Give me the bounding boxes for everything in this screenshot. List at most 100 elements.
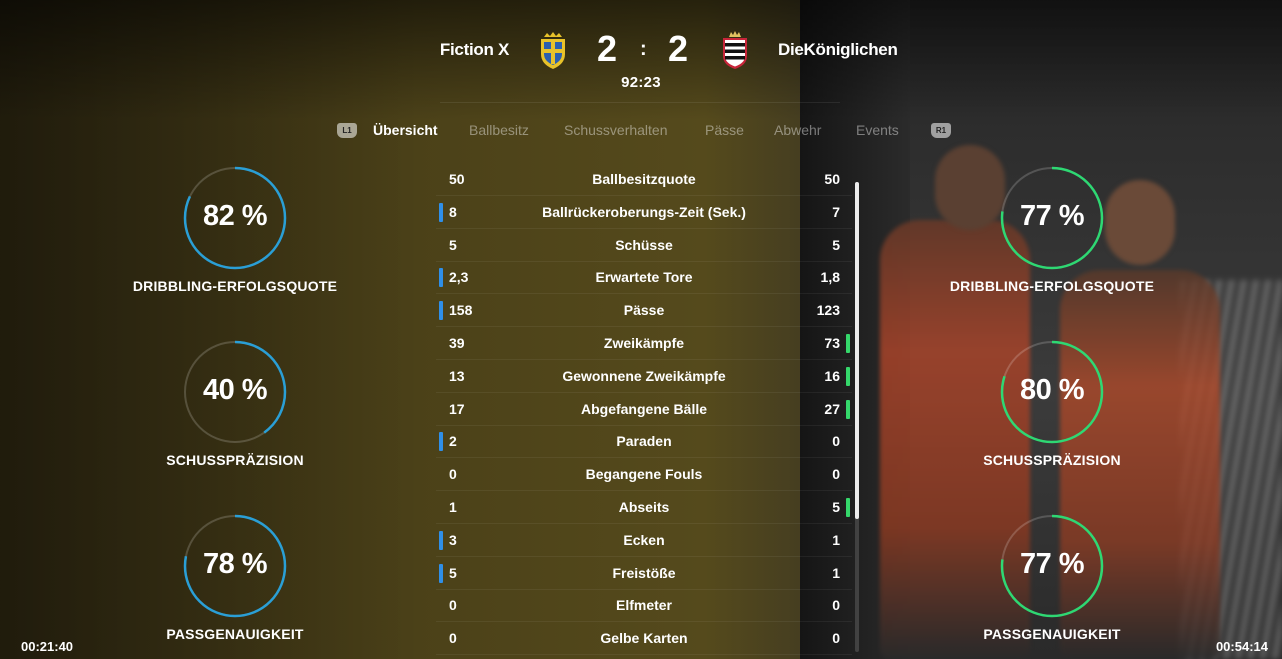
away-stat-value: 27 — [824, 400, 840, 417]
tab-overview[interactable]: Übersicht — [373, 122, 438, 138]
stat-row: 17 Abgefangene Bälle 27 — [436, 393, 852, 426]
home-leader-bar — [439, 202, 443, 222]
stat-name: Begangene Fouls — [585, 466, 703, 483]
ring-label: SCHUSSPRÄZISION — [983, 452, 1121, 468]
ring-label: SCHUSSPRÄZISION — [166, 452, 304, 468]
away-stat-value: 0 — [832, 466, 840, 483]
away-leader-bar — [846, 366, 850, 386]
ring-label: DRIBBLING-ERFOLGSQUOTE — [949, 278, 1155, 294]
stat-name: Elfmeter — [615, 597, 673, 614]
away-stat-value: 1 — [832, 564, 840, 581]
ring-label: PASSGENAUIGKEIT — [166, 626, 304, 642]
ring-label: PASSGENAUIGKEIT — [983, 626, 1121, 642]
stat-name: Abseits — [618, 499, 670, 515]
home-stat-value: 17 — [449, 400, 465, 417]
away-stat-value: 0 — [832, 433, 840, 450]
ring-value: 40 % — [202, 374, 268, 406]
tab-shooting[interactable]: Schussverhalten — [564, 122, 668, 138]
stat-row: 39 Zweikämpfe 73 — [436, 327, 852, 360]
stat-row: 50 Ballbesitzquote 50 — [436, 163, 852, 196]
stat-name: Gewonnene Zweikämpfe — [562, 367, 726, 384]
away-stat-value: 0 — [832, 630, 840, 647]
away-stat-value: 1 — [832, 531, 840, 548]
stat-name: Ecken — [623, 531, 665, 548]
stat-row: 5 Freistöße 1 — [436, 557, 852, 590]
stat-name: Ballbesitzquote — [592, 171, 696, 187]
away-stat-value: 123 — [816, 302, 840, 319]
divider — [440, 102, 840, 103]
ring-label: DRIBBLING-ERFOLGSQUOTE — [132, 278, 338, 294]
stat-row: 2 Paraden 0 — [436, 425, 852, 459]
home-shot-accuracy-ring: 40 % SCHUSSPRÄZISION — [115, 340, 355, 470]
away-leader-bar — [846, 498, 850, 517]
away-stat-value: 0 — [832, 597, 840, 614]
home-stat-value: 50 — [449, 171, 465, 187]
stat-row: 0 Elfmeter 0 — [436, 589, 852, 623]
home-stat-value: 13 — [449, 367, 465, 384]
home-stat-value: 3 — [449, 531, 457, 548]
away-leader-bar — [846, 334, 850, 353]
stat-name: Zweikämpfe — [603, 335, 685, 351]
away-stat-value: 1,8 — [820, 269, 840, 286]
away-team-name: DieKöniglichen — [778, 40, 898, 59]
home-team-crest-icon — [541, 32, 565, 69]
home-leader-bar — [439, 268, 443, 288]
tab-defense[interactable]: Abwehr — [774, 122, 821, 138]
l1-button-icon[interactable]: L1 — [337, 123, 357, 138]
home-stat-value: 8 — [449, 203, 457, 220]
ring-value: 77 % — [1019, 548, 1085, 580]
stat-row: 5 Schüsse 5 — [436, 229, 852, 262]
home-stat-value: 0 — [449, 466, 457, 483]
stat-name: Ballrückeroberungs-Zeit (Sek.) — [542, 203, 746, 220]
stat-row: 2,3 Erwartete Tore 1,8 — [436, 261, 852, 295]
stats-tab-bar: L1 Übersicht Ballbesitz Schussverhalten … — [0, 122, 1282, 142]
home-leader-bar — [439, 530, 443, 550]
home-leader-bar — [439, 432, 443, 452]
stat-name: Schüsse — [615, 236, 673, 253]
home-stat-value: 5 — [449, 236, 457, 253]
stat-row: 13 Gewonnene Zweikämpfe 16 — [436, 360, 852, 393]
tab-passes[interactable]: Pässe — [705, 122, 744, 138]
ring-value: 77 % — [1019, 200, 1085, 232]
away-stat-value: 5 — [832, 499, 840, 515]
away-stat-value: 16 — [824, 367, 840, 384]
home-leader-bar — [439, 301, 443, 321]
home-stat-value: 5 — [449, 564, 457, 581]
scrollbar-thumb[interactable] — [855, 182, 859, 519]
stats-table[interactable]: 50 Ballbesitzquote 50 8 Ballrückeroberungs-Z… — [436, 163, 852, 659]
away-stat-value: 73 — [824, 335, 840, 351]
stat-name: Abgefangene Bälle — [580, 400, 708, 417]
ring-value: 78 % — [202, 548, 268, 580]
away-shot-accuracy-ring: 80 % SCHUSSPRÄZISION — [932, 340, 1172, 470]
home-stat-value: 0 — [449, 597, 457, 614]
ring-value: 80 % — [1019, 374, 1085, 406]
stat-row: 1 Abseits 5 — [436, 491, 852, 524]
away-team-crest-icon — [723, 31, 747, 69]
stat-name: Paraden — [616, 433, 672, 450]
home-dribbling-ring: 82 % DRIBBLING-ERFOLGSQUOTE — [115, 166, 355, 296]
match-clock: 92:23 — [621, 74, 661, 91]
away-stat-value: 5 — [832, 236, 840, 253]
away-stat-value: 50 — [824, 171, 840, 187]
away-stat-value: 7 — [832, 203, 840, 220]
tab-possession[interactable]: Ballbesitz — [469, 122, 529, 138]
home-stat-value: 158 — [449, 302, 473, 319]
score-separator: : — [640, 38, 647, 60]
r1-button-icon[interactable]: R1 — [931, 123, 951, 138]
scoreboard: Fiction X 2 : 2 DieKöniglichen 92:23 — [0, 0, 1282, 103]
tab-events[interactable]: Events — [856, 122, 899, 138]
away-score: 2 — [668, 28, 689, 69]
stat-row: 0 Begangene Fouls 0 — [436, 458, 852, 492]
stat-row: 3 Ecken 1 — [436, 524, 852, 557]
stat-name: Pässe — [623, 302, 665, 319]
video-elapsed-time: 00:21:40 — [21, 639, 74, 654]
stat-name: Erwartete Tore — [595, 269, 693, 286]
home-team-name: Fiction X — [439, 40, 509, 59]
video-remaining-time: 00:54:14 — [1215, 639, 1268, 654]
home-score: 2 — [597, 28, 618, 69]
stat-name: Gelbe Karten — [600, 630, 688, 647]
home-pass-accuracy-ring: 78 % PASSGENAUIGKEIT — [115, 514, 355, 644]
home-stat-value: 1 — [449, 499, 457, 515]
stat-row: 8 Ballrückeroberungs-Zeit (Sek.) 7 — [436, 196, 852, 229]
away-dribbling-ring: 77 % DRIBBLING-ERFOLGSQUOTE — [932, 166, 1172, 296]
